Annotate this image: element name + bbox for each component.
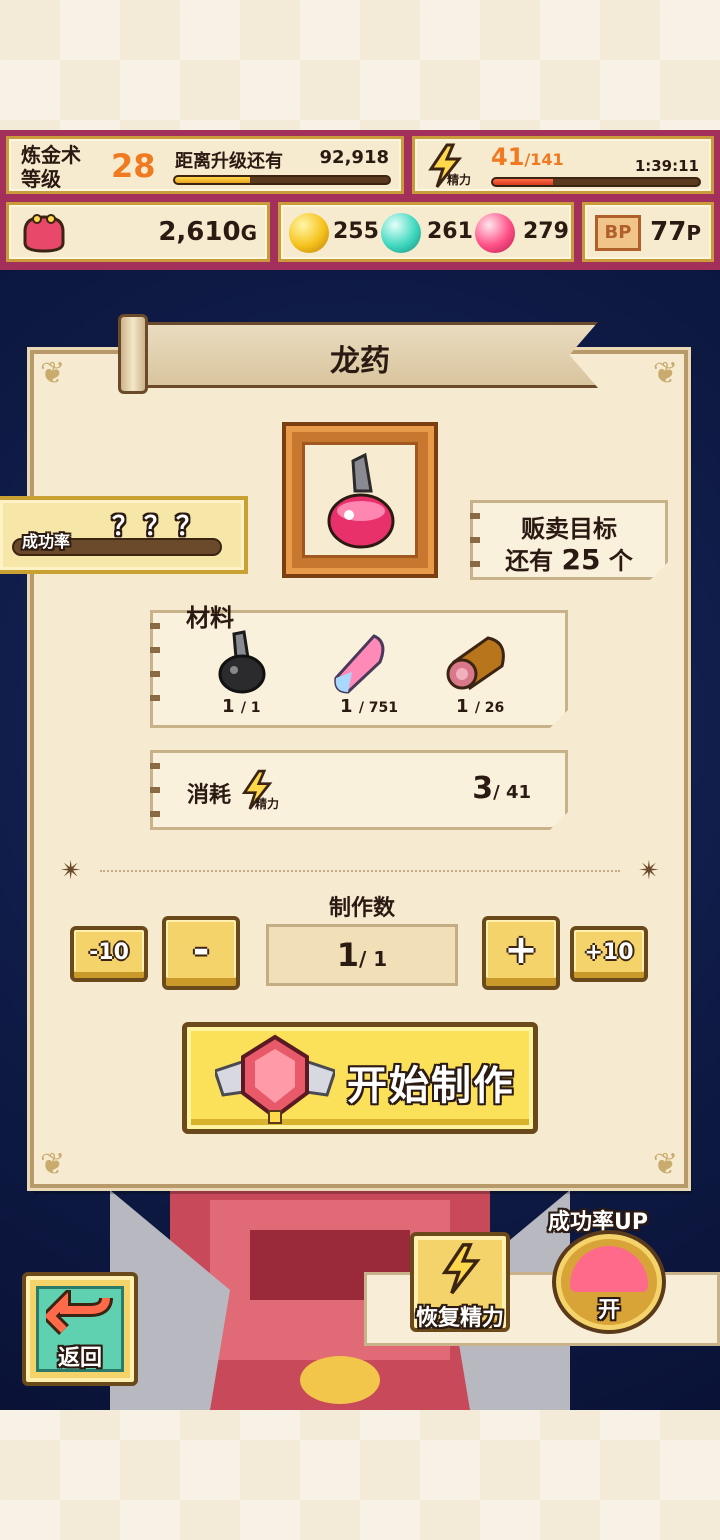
restore-stamina-label: 恢复精力	[415, 1306, 504, 1331]
success-rate-label: 成功率	[22, 532, 71, 551]
material-need: / 751	[358, 700, 399, 716]
material-slot-3[interactable]	[444, 632, 510, 698]
corner-ornament-icon: ❦	[40, 1147, 66, 1182]
material-count-2: 1 / 751	[340, 696, 398, 717]
alchemy-level-label: 炼金术 等级	[21, 143, 81, 191]
gold-amount: 2,610G	[158, 217, 257, 247]
stamina-bar-fill	[493, 179, 553, 185]
black-flask-icon	[218, 630, 266, 694]
dragon-potion-icon	[327, 452, 395, 549]
quantity-display: 1/ 1	[266, 924, 458, 986]
corner-ornament-icon: ❦	[40, 356, 66, 391]
winged-gem-icon	[215, 1034, 335, 1124]
material-count-1: 1 / 1	[222, 696, 261, 717]
cost-value: 3	[472, 771, 494, 806]
bp-amount: 77P	[650, 217, 701, 247]
item-frame-inner	[302, 442, 418, 558]
gold-value: 2,610	[158, 217, 241, 247]
cost-icon-label: 精力	[255, 797, 280, 811]
next-level-label: 距离升级还有	[175, 151, 283, 172]
corner-ornament-icon: ❦	[652, 1147, 678, 1182]
sell-target-prefix: 还有	[505, 547, 554, 575]
gold-unit: G	[240, 221, 257, 245]
level-panel: 炼金术 等级 28 距离升级还有 92,918	[6, 136, 404, 194]
recipe-title: 龙药	[330, 344, 390, 379]
stamina-panel[interactable]: 精力 41/141 1:39:11	[412, 136, 714, 194]
status-hud: 炼金术 等级 28 距离升级还有 92,918 精力 41/141 1:39:1…	[0, 130, 720, 270]
return-arrow-icon	[46, 1290, 113, 1335]
pink-gem-icon	[475, 213, 515, 253]
sell-target-remaining: 还有 25 个	[473, 541, 665, 576]
sell-target-title: 贩卖目标	[521, 515, 617, 543]
rate-up-toggle[interactable]: 开	[552, 1230, 666, 1334]
quantity-max: / 1	[359, 947, 388, 971]
cost-amount: 3/ 41	[472, 771, 531, 806]
minus-button[interactable]: -	[162, 916, 240, 990]
back-button[interactable]: 返回	[22, 1272, 138, 1386]
start-crafting-label: 开始制作	[347, 1063, 515, 1109]
meat-roll-icon	[446, 636, 505, 691]
teal-gem-icon	[381, 213, 421, 253]
back-label: 返回	[57, 1346, 102, 1371]
character-portrait-icon	[570, 1246, 648, 1292]
quantity-label: 制作数	[328, 896, 395, 921]
alchemy-level-value: 28	[111, 147, 156, 185]
plus-button[interactable]: +	[482, 916, 560, 990]
stamina-icon-label: 精力	[447, 173, 472, 187]
stamina-bar	[491, 177, 701, 187]
coin-purse-icon	[23, 214, 65, 253]
material-have: 1	[456, 696, 469, 717]
rate-up-toggle-state: 开	[597, 1298, 620, 1323]
success-rate-tab: ？？？ 成功率	[0, 496, 248, 574]
yellow-gem-count: 255	[333, 219, 379, 244]
bp-icon: BP	[595, 215, 641, 251]
sell-target-note: 贩卖目标 还有 25 个	[470, 500, 668, 580]
cost-total: / 41	[493, 782, 531, 803]
plus-10-button[interactable]: +10	[570, 926, 648, 982]
sell-target-suffix: 个	[608, 547, 633, 575]
crystal-shard-icon	[334, 634, 385, 694]
materials-label: 材料	[186, 604, 234, 632]
material-have: 1	[222, 696, 235, 717]
next-level-value: 92,918	[319, 147, 389, 168]
corner-ornament-icon: ❦	[652, 356, 678, 391]
quantity-value: 1	[336, 936, 360, 974]
stamina-timer: 1:39:11	[634, 157, 699, 175]
lightning-icon	[441, 1243, 481, 1295]
material-have: 1	[340, 696, 353, 717]
material-slot-1[interactable]	[210, 630, 274, 696]
stamina-count: 41/141	[491, 143, 564, 171]
section-divider: ✴ ✴	[60, 856, 660, 886]
start-crafting-button[interactable]: 开始制作	[182, 1022, 538, 1134]
pink-gem-count: 279	[523, 219, 569, 244]
exp-bar-fill	[175, 177, 250, 183]
teal-gem-count: 261	[427, 219, 473, 244]
bp-value: 77	[650, 217, 687, 247]
sparkle-icon: ✴	[60, 856, 82, 886]
material-slot-2[interactable]	[328, 632, 392, 698]
cost-label: 消耗	[187, 783, 232, 808]
gems-panel[interactable]: 255 261 279	[278, 202, 574, 262]
gold-panel[interactable]: 2,610G	[6, 202, 270, 262]
sparkle-icon: ✴	[638, 856, 660, 886]
material-count-3: 1 / 26	[456, 696, 504, 717]
minus-10-button[interactable]: -10	[70, 926, 148, 982]
material-need: / 26	[474, 700, 505, 716]
stamina-current: 41	[491, 143, 525, 171]
item-frame[interactable]	[282, 422, 438, 578]
sell-target-count: 25	[561, 543, 601, 576]
exp-bar	[173, 175, 391, 185]
bp-panel[interactable]: BP 77P	[582, 202, 714, 262]
bp-unit: P	[686, 221, 701, 245]
yellow-gem-icon	[289, 213, 329, 253]
divider-line	[100, 870, 620, 872]
stamina-max: /141	[524, 150, 564, 169]
material-need: / 1	[240, 700, 261, 716]
stamina-cost-note: 消耗 精力 3/ 41	[150, 750, 568, 830]
